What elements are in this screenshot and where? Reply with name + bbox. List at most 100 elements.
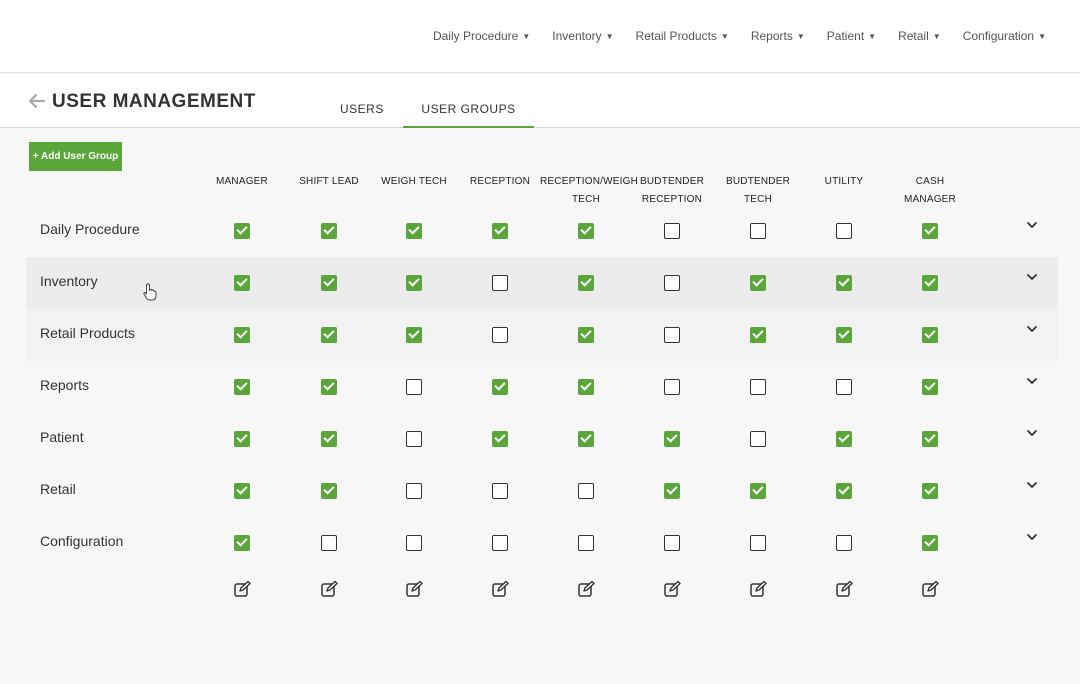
chevron-down-icon[interactable] (1026, 532, 1038, 542)
add-user-group-button[interactable]: + Add User Group (29, 142, 122, 171)
chevron-down-icon[interactable] (1026, 428, 1038, 438)
permission-checkbox-checked[interactable] (234, 327, 250, 343)
permission-checkbox-checked[interactable] (234, 379, 250, 395)
nav-label: Reports (750, 29, 793, 43)
permission-checkbox-unchecked[interactable] (664, 327, 680, 343)
permission-checkbox-unchecked[interactable] (664, 535, 680, 551)
nav-configuration[interactable]: Configuration ▼ (963, 29, 1046, 43)
permission-checkbox-checked[interactable] (922, 275, 938, 291)
permission-checkbox-checked[interactable] (492, 431, 508, 447)
permission-checkbox-unchecked[interactable] (492, 327, 508, 343)
permission-checkbox-unchecked[interactable] (750, 223, 766, 239)
column-header: RECEPTION/WEIGH TECH (540, 173, 638, 209)
tab-users[interactable]: USERS (340, 102, 384, 126)
permission-checkbox-unchecked[interactable] (406, 431, 422, 447)
caret-down-icon: ▼ (522, 32, 531, 41)
column-header: CASH MANAGER (884, 173, 976, 209)
column-header: UTILITY (798, 173, 890, 191)
edit-icon[interactable] (491, 580, 509, 598)
permission-checkbox-checked[interactable] (750, 327, 766, 343)
chevron-down-icon[interactable] (1026, 324, 1038, 334)
permission-checkbox-checked[interactable] (234, 223, 250, 239)
permission-checkbox-checked[interactable] (492, 223, 508, 239)
permission-checkbox-unchecked[interactable] (750, 535, 766, 551)
permission-checkbox-unchecked[interactable] (406, 483, 422, 499)
permission-checkbox-unchecked[interactable] (406, 379, 422, 395)
permission-checkbox-checked[interactable] (578, 223, 594, 239)
permission-checkbox-checked[interactable] (836, 483, 852, 499)
edit-icon[interactable] (320, 580, 338, 598)
permission-checkbox-unchecked[interactable] (750, 379, 766, 395)
hand-cursor-icon (143, 283, 157, 301)
permission-checkbox-unchecked[interactable] (664, 223, 680, 239)
top-bar: Daily Procedure ▼ Inventory ▼ Retail Produ… (0, 0, 1080, 73)
permission-checkbox-unchecked[interactable] (578, 483, 594, 499)
nav-retail[interactable]: Retail ▼ (898, 29, 941, 43)
permission-checkbox-checked[interactable] (321, 431, 337, 447)
permission-checkbox-checked[interactable] (406, 275, 422, 291)
permission-checkbox-checked[interactable] (664, 483, 680, 499)
edit-icon[interactable] (663, 580, 681, 598)
permission-checkbox-checked[interactable] (836, 431, 852, 447)
permission-checkbox-checked[interactable] (321, 223, 337, 239)
permission-checkbox-checked[interactable] (492, 379, 508, 395)
permission-checkbox-checked[interactable] (922, 535, 938, 551)
edit-icon[interactable] (577, 580, 595, 598)
permission-checkbox-checked[interactable] (750, 275, 766, 291)
arrow-left-icon[interactable] (28, 92, 46, 110)
permission-checkbox-unchecked[interactable] (492, 535, 508, 551)
permission-checkbox-checked[interactable] (234, 275, 250, 291)
nav-reports[interactable]: Reports ▼ (751, 29, 805, 43)
permission-checkbox-checked[interactable] (836, 327, 852, 343)
permission-checkbox-checked[interactable] (321, 483, 337, 499)
page-title: USER MANAGEMENT (52, 91, 256, 112)
permission-checkbox-unchecked[interactable] (664, 275, 680, 291)
permission-checkbox-unchecked[interactable] (321, 535, 337, 551)
permission-checkbox-checked[interactable] (234, 431, 250, 447)
chevron-down-icon[interactable] (1026, 480, 1038, 490)
permission-checkbox-checked[interactable] (234, 483, 250, 499)
edit-icon[interactable] (749, 580, 767, 598)
column-header-line: RECEPTION (469, 176, 531, 187)
table-row: Retail Products (26, 309, 1058, 361)
chevron-down-icon[interactable] (1026, 272, 1038, 282)
permission-checkbox-checked[interactable] (578, 327, 594, 343)
permission-checkbox-checked[interactable] (750, 483, 766, 499)
permission-checkbox-checked[interactable] (578, 275, 594, 291)
permission-checkbox-unchecked[interactable] (836, 535, 852, 551)
permission-checkbox-unchecked[interactable] (836, 223, 852, 239)
permission-checkbox-checked[interactable] (406, 223, 422, 239)
permission-checkbox-unchecked[interactable] (750, 431, 766, 447)
edit-icon[interactable] (233, 580, 251, 598)
permission-checkbox-unchecked[interactable] (836, 379, 852, 395)
permission-checkbox-unchecked[interactable] (492, 483, 508, 499)
permission-checkbox-unchecked[interactable] (406, 535, 422, 551)
edit-icon[interactable] (921, 580, 939, 598)
permission-checkbox-checked[interactable] (321, 327, 337, 343)
permission-checkbox-checked[interactable] (578, 379, 594, 395)
chevron-down-icon[interactable] (1026, 220, 1038, 230)
permission-checkbox-checked[interactable] (234, 535, 250, 551)
permission-checkbox-checked[interactable] (578, 431, 594, 447)
permission-checkbox-checked[interactable] (922, 327, 938, 343)
nav-patient[interactable]: Patient ▼ (827, 29, 876, 43)
permission-checkbox-unchecked[interactable] (492, 275, 508, 291)
permission-checkbox-checked[interactable] (664, 431, 680, 447)
edit-icon[interactable] (405, 580, 423, 598)
permission-checkbox-checked[interactable] (321, 275, 337, 291)
chevron-down-icon[interactable] (1026, 376, 1038, 386)
permission-checkbox-checked[interactable] (922, 379, 938, 395)
edit-icon[interactable] (835, 580, 853, 598)
tab-user-groups[interactable]: USER GROUPS (403, 102, 534, 128)
permission-checkbox-checked[interactable] (321, 379, 337, 395)
permission-checkbox-checked[interactable] (922, 483, 938, 499)
permission-checkbox-checked[interactable] (922, 223, 938, 239)
nav-daily-procedure[interactable]: Daily Procedure ▼ (433, 29, 530, 43)
permission-checkbox-checked[interactable] (406, 327, 422, 343)
permission-checkbox-checked[interactable] (922, 431, 938, 447)
nav-inventory[interactable]: Inventory ▼ (552, 29, 613, 43)
permission-checkbox-checked[interactable] (836, 275, 852, 291)
permission-checkbox-unchecked[interactable] (664, 379, 680, 395)
nav-retail-products[interactable]: Retail Products ▼ (636, 29, 729, 43)
permission-checkbox-unchecked[interactable] (578, 535, 594, 551)
